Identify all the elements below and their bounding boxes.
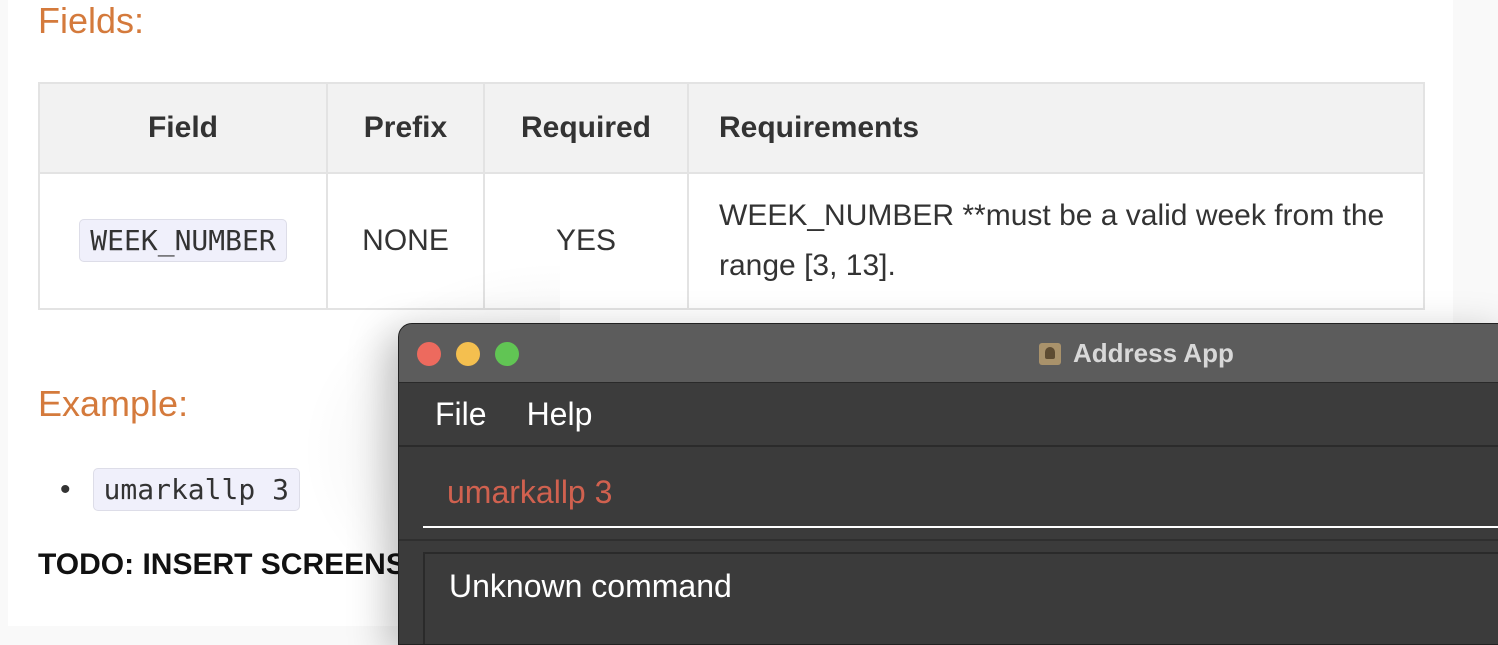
cell-requirements: WEEK_NUMBER **must be a valid week from … — [687, 172, 1425, 310]
table-row: WEEK_NUMBER NONE YES WEEK_NUMBER **must … — [38, 172, 1425, 310]
close-window-button[interactable] — [417, 342, 441, 366]
maximize-window-button[interactable] — [495, 342, 519, 366]
header-prefix: Prefix — [326, 82, 485, 174]
fields-table: Field Prefix Required Requirements WEEK_… — [38, 82, 1425, 310]
command-input[interactable]: umarkallp 3 — [423, 464, 1498, 528]
header-requirements: Requirements — [687, 82, 1425, 174]
example-heading: Example: — [38, 383, 189, 424]
bullet-icon: • — [60, 472, 71, 506]
window-title-text: Address App — [1073, 338, 1234, 368]
result-message: Unknown command — [449, 568, 732, 604]
result-display: Unknown command — [423, 552, 1498, 644]
menu-help[interactable]: Help — [527, 396, 593, 433]
header-field: Field — [38, 82, 328, 174]
address-app-window: Address App File Help umarkallp 3 Unknow… — [398, 323, 1498, 645]
address-book-icon — [1039, 342, 1061, 365]
cell-field: WEEK_NUMBER — [38, 172, 328, 310]
field-code: WEEK_NUMBER — [79, 219, 287, 262]
example-list: • umarkallp 3 — [60, 468, 300, 511]
window-title: Address App — [1039, 338, 1234, 369]
fields-heading: Fields: — [38, 0, 145, 41]
command-input-value: umarkallp 3 — [447, 474, 613, 510]
panel-divider — [399, 539, 1498, 541]
table-header-row: Field Prefix Required Requirements — [38, 82, 1425, 174]
window-titlebar[interactable]: Address App — [399, 324, 1498, 383]
minimize-window-button[interactable] — [456, 342, 480, 366]
menu-bar: File Help — [399, 383, 1498, 447]
example-code: umarkallp 3 — [92, 468, 300, 511]
menu-file[interactable]: File — [435, 396, 487, 433]
header-required: Required — [483, 82, 689, 174]
